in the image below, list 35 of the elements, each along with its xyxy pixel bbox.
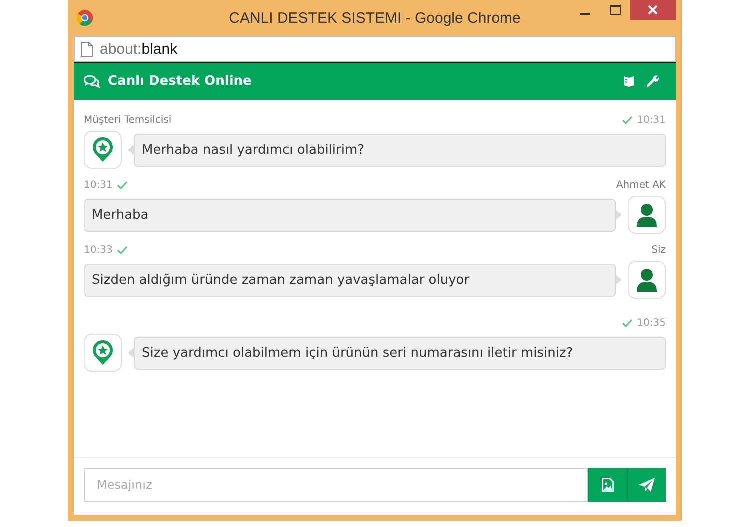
chat-title: Canlı Destek Online — [108, 74, 252, 89]
image-file-icon — [602, 478, 614, 492]
paper-plane-icon — [639, 478, 655, 492]
sender-name: Müşteri Temsilcisi — [84, 114, 172, 126]
sender-name: Ahmet AK — [616, 180, 666, 190]
message-bubble: Size yardımcı olabilmem için ürünün seri numarasını iletir misiniz? — [134, 336, 666, 370]
message-time: 10:31 — [84, 180, 113, 190]
bubble-pointer — [616, 210, 622, 220]
star-pin-avatar — [84, 334, 122, 372]
send-button[interactable] — [627, 468, 666, 502]
maximize-icon — [610, 5, 620, 15]
person-avatar — [628, 196, 666, 234]
close-button[interactable] — [630, 0, 676, 20]
book-icon[interactable] — [623, 75, 635, 88]
message-time: 10:35 — [637, 318, 666, 328]
page-icon — [81, 42, 93, 56]
star-pin-avatar — [84, 131, 122, 169]
sender-name: Siz — [652, 244, 666, 256]
message-bubble: Sizden aldığım üründe zaman zaman yavaşlamalar oluyor — [84, 264, 616, 296]
wrench-icon[interactable] — [647, 75, 660, 88]
window-title: CANLI DESTEK SISTEMI - Google Chrome — [229, 10, 521, 27]
minimize-icon — [580, 13, 590, 15]
message-time: 10:33 — [84, 244, 113, 256]
close-icon — [648, 5, 658, 15]
message-bubble: Merhaba — [84, 198, 616, 232]
message-input[interactable]: Mesajınız — [84, 468, 588, 502]
message-time: 10:31 — [637, 114, 666, 126]
url-text: about:blank — [100, 40, 178, 58]
bubble-pointer — [616, 275, 622, 285]
browser-logo-icon — [77, 10, 93, 26]
person-avatar — [628, 261, 666, 299]
attach-image-button[interactable] — [588, 468, 627, 502]
message-bubble: Merhaba nasıl yardımcı olabilirim? — [134, 134, 666, 166]
chat-bubbles-icon — [84, 75, 100, 88]
address-bar[interactable]: about:blank — [74, 36, 676, 62]
